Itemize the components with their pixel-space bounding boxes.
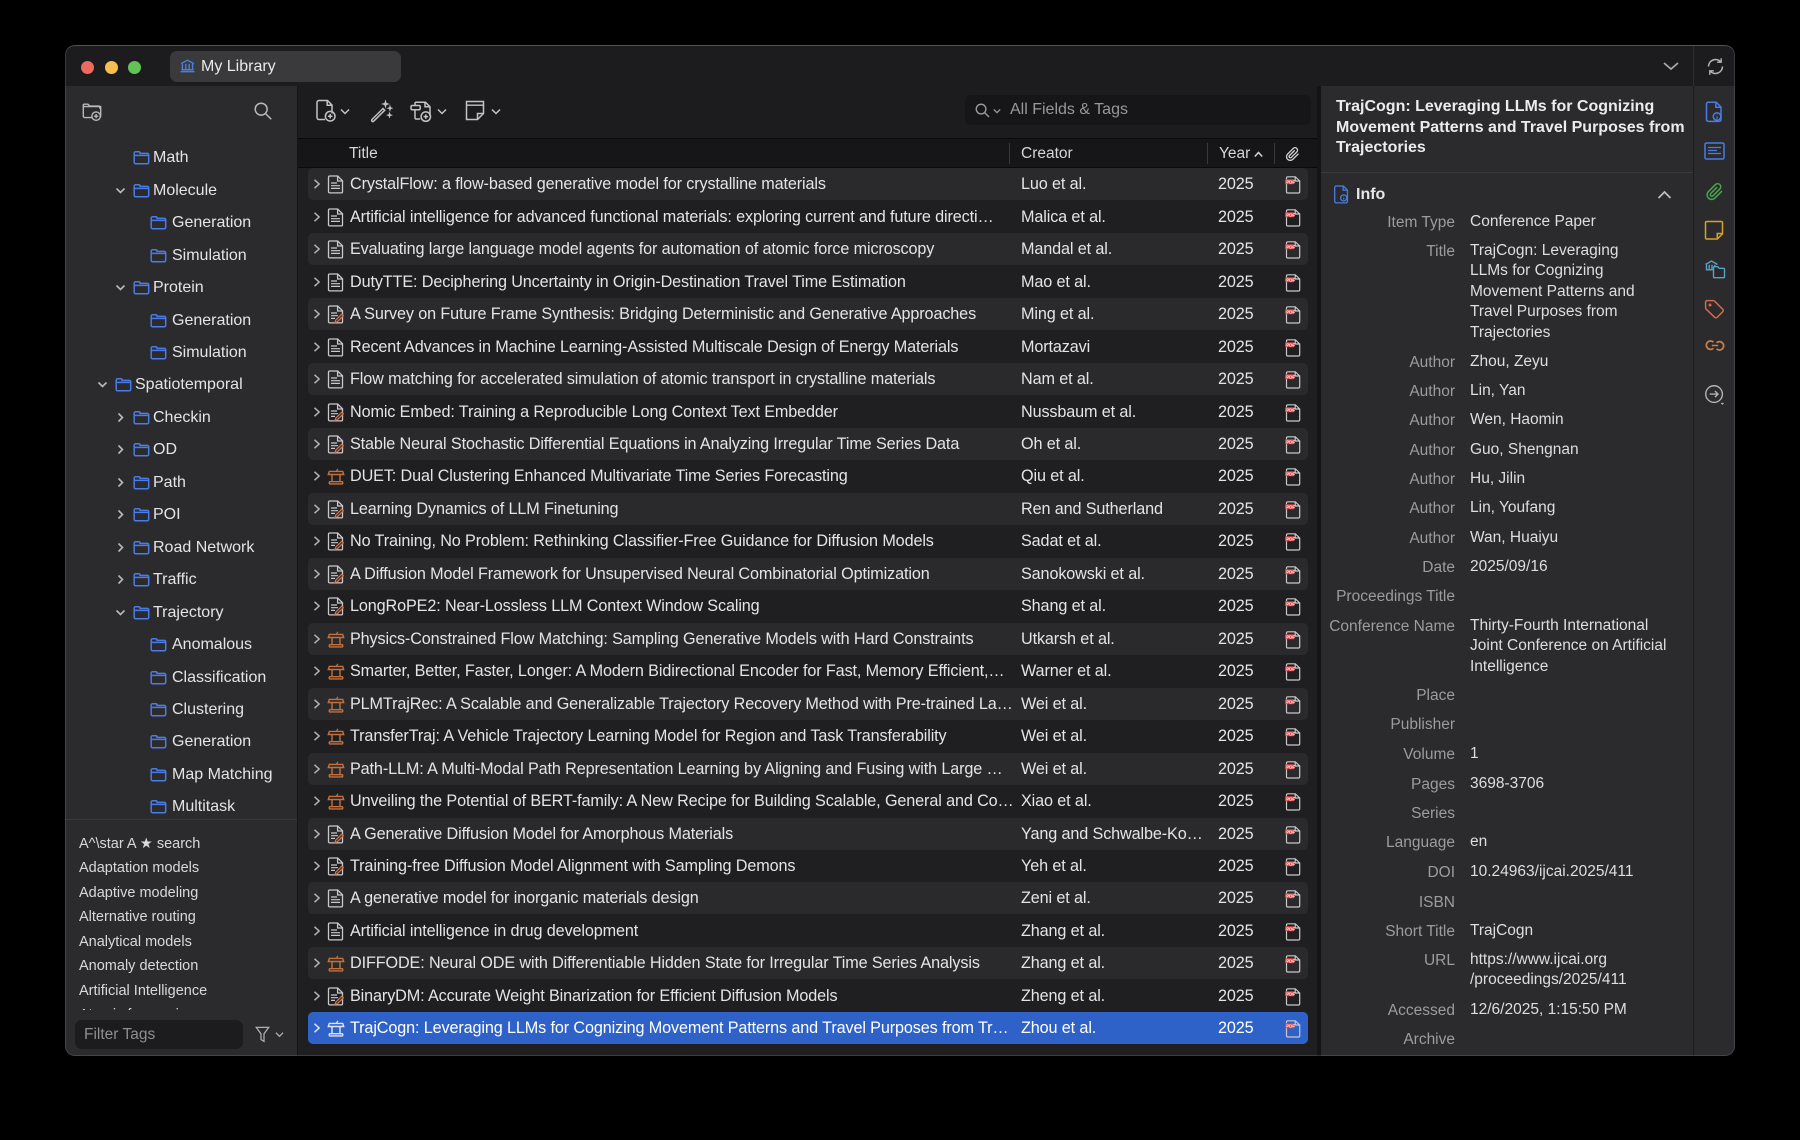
svg-text:PDF: PDF <box>1286 212 1295 217</box>
svg-text:PDF: PDF <box>1286 666 1295 671</box>
svg-text:PDF: PDF <box>1286 601 1295 606</box>
svg-text:PDF: PDF <box>1286 1023 1295 1028</box>
svg-text:PDF: PDF <box>1286 407 1295 412</box>
svg-text:PDF: PDF <box>1286 731 1295 736</box>
svg-text:PDF: PDF <box>1286 471 1295 476</box>
svg-text:PDF: PDF <box>1286 342 1295 347</box>
svg-text:PDF: PDF <box>1286 536 1295 541</box>
svg-text:PDF: PDF <box>1286 569 1295 574</box>
svg-text:PDF: PDF <box>1286 179 1295 184</box>
svg-text:PDF: PDF <box>1286 277 1295 282</box>
svg-text:PDF: PDF <box>1286 504 1295 509</box>
svg-text:PDF: PDF <box>1286 796 1295 801</box>
svg-text:PDF: PDF <box>1286 958 1295 963</box>
svg-text:PDF: PDF <box>1286 634 1295 639</box>
svg-text:PDF: PDF <box>1286 244 1295 249</box>
svg-text:PDF: PDF <box>1286 374 1295 379</box>
svg-text:PDF: PDF <box>1286 764 1295 769</box>
svg-text:PDF: PDF <box>1286 926 1295 931</box>
svg-text:PDF: PDF <box>1286 699 1295 704</box>
svg-text:PDF: PDF <box>1286 991 1295 996</box>
svg-text:PDF: PDF <box>1286 829 1295 834</box>
svg-text:PDF: PDF <box>1286 439 1295 444</box>
svg-text:PDF: PDF <box>1286 309 1295 314</box>
svg-text:PDF: PDF <box>1286 861 1295 866</box>
svg-text:PDF: PDF <box>1286 893 1295 898</box>
